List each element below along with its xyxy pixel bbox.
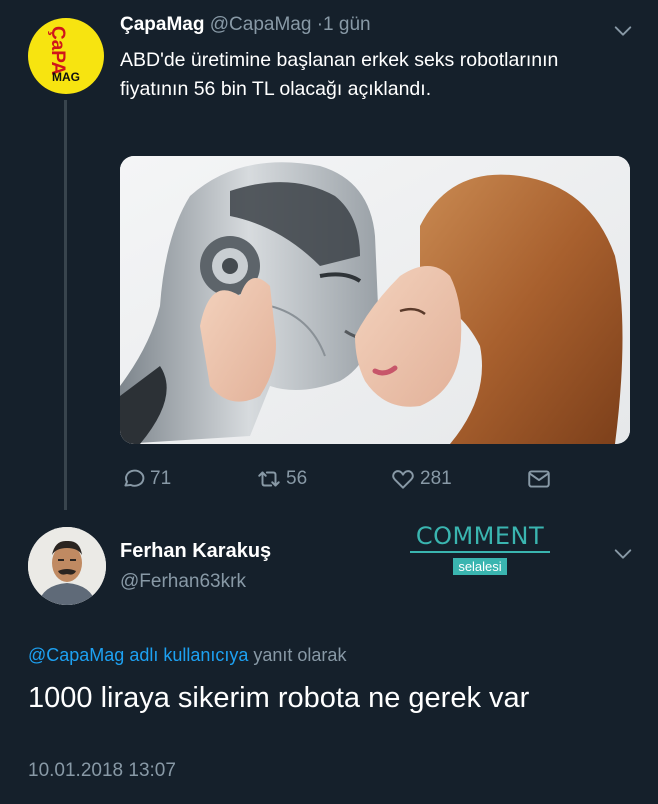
tweet1-text: ABD'de üretimine başlanan erkek seks rob… [120, 49, 559, 100]
envelope-icon [528, 470, 550, 488]
tweet1-author-name[interactable]: ÇapaMag [120, 14, 204, 35]
reply-button[interactable]: 71 [120, 464, 171, 494]
thread-connector-line [64, 100, 67, 510]
avatar-logo-text: ÇaPA [47, 26, 68, 76]
user-photo [28, 527, 106, 605]
tweet1-action-bar: 71 56 281 [120, 464, 640, 494]
capamag-avatar[interactable]: ÇaPA MAG [28, 18, 104, 94]
retweet-icon [258, 471, 280, 487]
replying-to-suffix: yanıt olarak [248, 645, 347, 665]
reply-count: 71 [150, 468, 172, 489]
reply-icon [124, 469, 145, 487]
retweet-button[interactable]: 56 [256, 464, 307, 494]
direct-message-button[interactable] [526, 464, 552, 494]
tweet1-author-handle[interactable]: @CapaMag [210, 14, 312, 35]
replying-to-line: @CapaMag adlı kullanıcıya yanıt olarak [28, 645, 346, 666]
tweet1-photo[interactable] [120, 156, 630, 444]
watermark-title: COMMENT [410, 522, 550, 553]
avatar-logo-subtext: MAG [52, 70, 80, 84]
ferhan-avatar[interactable] [28, 527, 106, 605]
tweet2-author-handle[interactable]: @Ferhan63krk [120, 571, 246, 593]
retweet-count: 56 [286, 468, 308, 489]
heart-icon [392, 470, 414, 489]
watermark-subtitle: selalesi [453, 558, 507, 575]
chevron-down-icon[interactable] [612, 20, 634, 42]
like-count: 281 [420, 468, 452, 489]
tweet-thread-screen: ÇaPA MAG ÇapaMag @CapaMag ·1 gün ABD'de … [0, 0, 658, 804]
tweet1-timestamp[interactable]: 1 gün [323, 14, 371, 35]
replying-to-link[interactable]: @CapaMag adlı kullanıcıya [28, 645, 248, 665]
robot-woman-photo-illustration [120, 156, 630, 444]
chevron-down-icon[interactable] [612, 543, 634, 565]
tweet2-text: 1000 liraya sikerim robota ne gerek var [28, 682, 530, 714]
tweet2-timestamp[interactable]: 10.01.2018 13:07 [28, 760, 176, 782]
tweet2-author-name[interactable]: Ferhan Karakuş [120, 540, 271, 563]
like-button[interactable]: 281 [390, 464, 452, 494]
tweet1-header: ÇapaMag @CapaMag ·1 gün [120, 14, 371, 36]
comment-selalesi-watermark: COMMENT selalesi [410, 522, 550, 576]
